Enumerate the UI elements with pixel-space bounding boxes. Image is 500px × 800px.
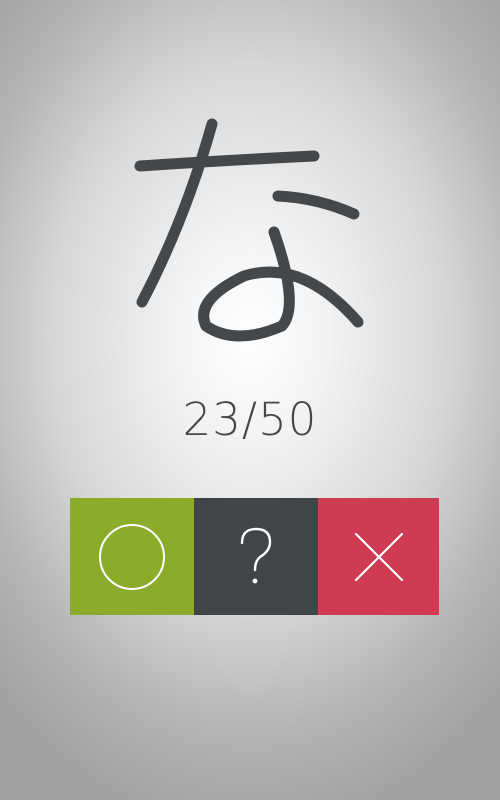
answer-buttons [70, 498, 439, 615]
hint-button[interactable] [194, 498, 318, 615]
correct-button[interactable] [70, 498, 194, 615]
circle-outline-icon [99, 523, 165, 590]
progress-counter: 23/50 [182, 393, 318, 446]
hiragana-na-glyph [134, 118, 364, 342]
question-mark-icon [240, 527, 272, 583]
wrong-button[interactable] [318, 498, 439, 615]
x-cross-icon [354, 532, 403, 581]
